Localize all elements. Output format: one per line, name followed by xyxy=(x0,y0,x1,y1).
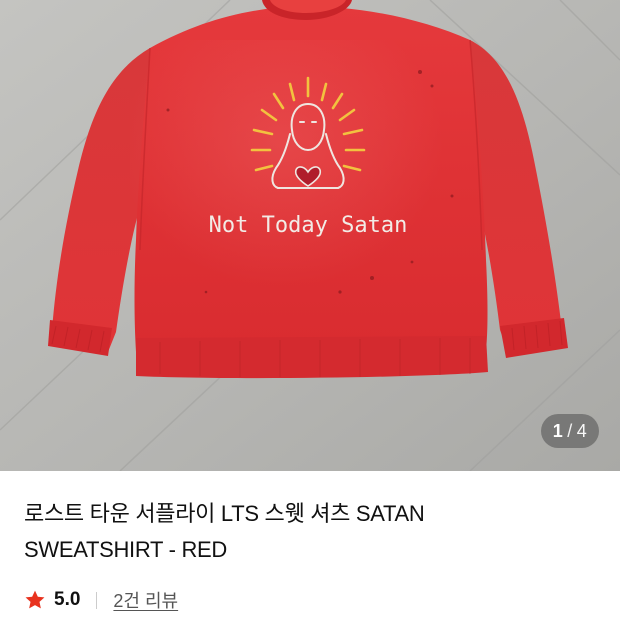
product-image-gallery[interactable]: Not Today Satan 1 / 4 xyxy=(0,0,620,471)
product-title-line-2: SWEATSHIRT - RED xyxy=(24,537,227,562)
product-title: 로스트 타운 서플라이 LTS 스웻 셔츠 SATAN SWEATSHIRT -… xyxy=(24,496,604,568)
rating-divider xyxy=(96,591,98,609)
review-count-link[interactable]: 2건 리뷰 xyxy=(113,587,178,613)
product-page: Not Today Satan 1 / 4 로스트 타운 서플라이 LTS 스웻… xyxy=(0,0,620,620)
print-text: Not Today Satan xyxy=(209,213,408,238)
total-image-count: 4 xyxy=(576,420,588,441)
rating-value: 5.0 xyxy=(54,589,81,610)
star-icon xyxy=(24,589,46,611)
product-title-line-1: 로스트 타운 서플라이 LTS 스웻 셔츠 SATAN xyxy=(24,501,425,526)
page-separator: / xyxy=(567,420,573,441)
current-image-number: 1 xyxy=(552,420,564,441)
product-photo: Not Today Satan xyxy=(0,0,620,471)
image-page-indicator: 1 / 4 xyxy=(541,414,599,448)
rating-summary: 5.0 2건 리뷰 xyxy=(24,585,178,615)
